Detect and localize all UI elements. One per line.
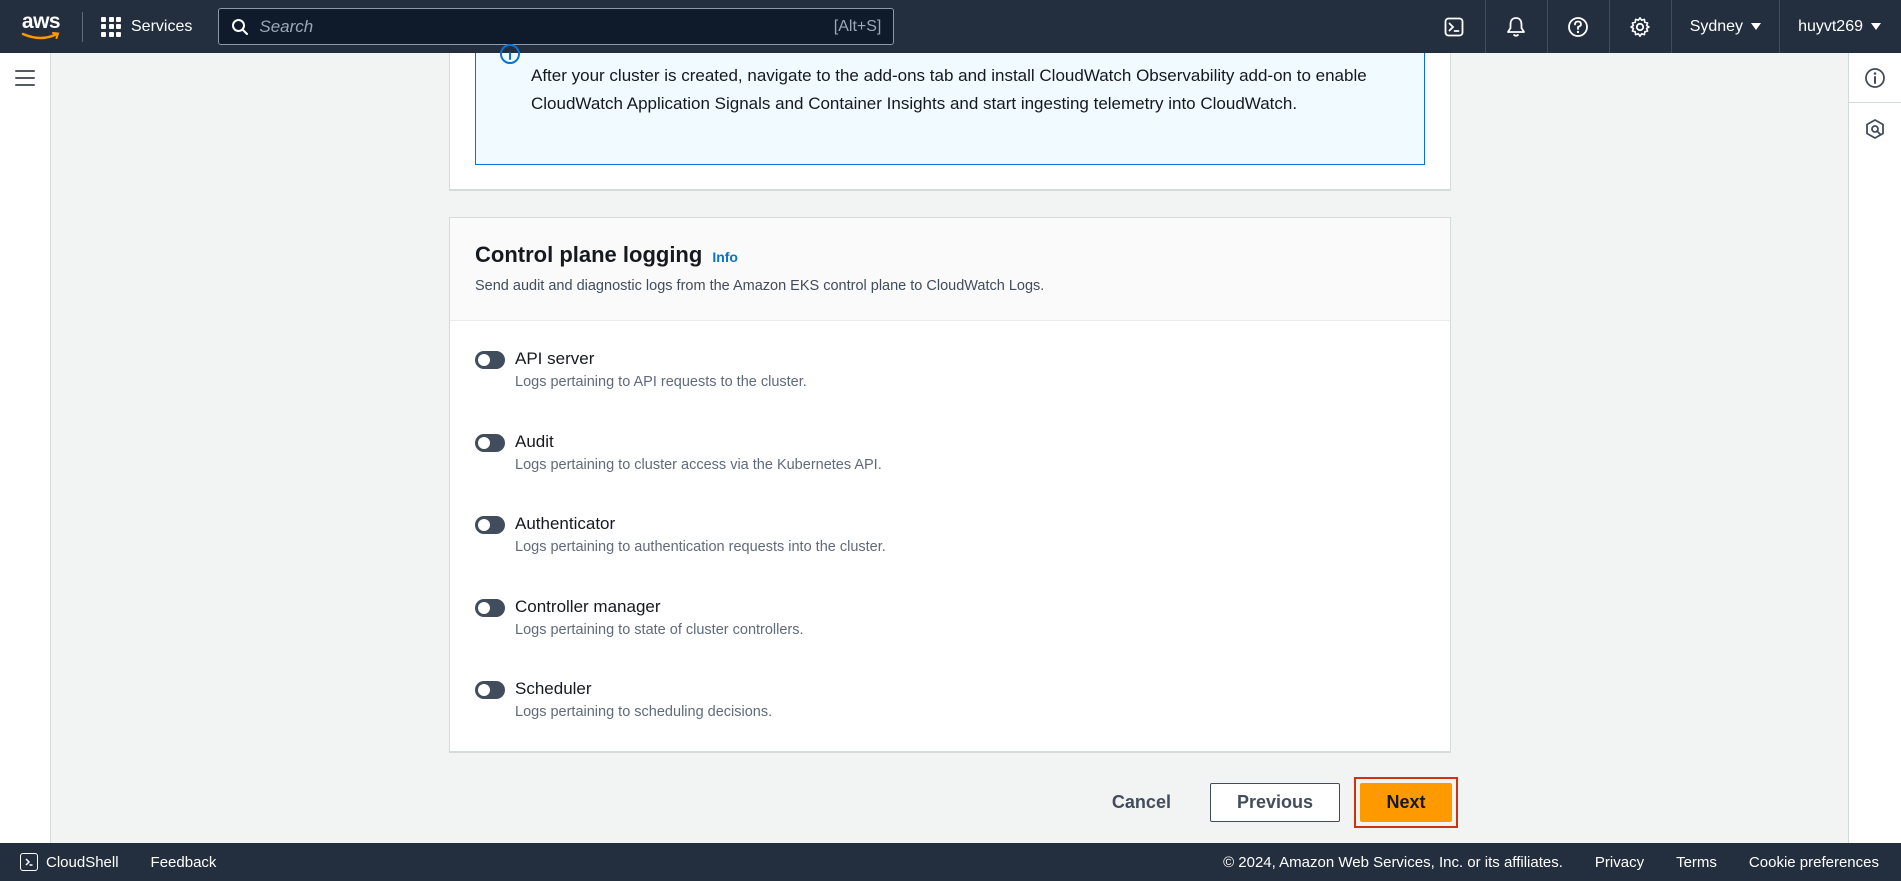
- rail-divider: [1849, 102, 1901, 103]
- privacy-link[interactable]: Privacy: [1595, 854, 1644, 871]
- toggle-label: Controller manager: [515, 596, 661, 616]
- gear-icon: [1630, 16, 1650, 37]
- grid-icon: [101, 16, 121, 37]
- aws-logo-text: aws: [21, 10, 61, 33]
- scheduler-toggle[interactable]: [475, 681, 505, 699]
- terminal-icon: [20, 853, 38, 871]
- bell-icon: [1507, 16, 1526, 37]
- feedback-link[interactable]: Feedback: [151, 854, 217, 871]
- notifications-button[interactable]: [1486, 0, 1548, 53]
- terms-link[interactable]: Terms: [1676, 854, 1717, 871]
- left-side-navigation: [0, 53, 51, 843]
- next-button-highlight: Next: [1354, 777, 1458, 828]
- cloudshell-label: CloudShell: [46, 853, 119, 871]
- audit-toggle[interactable]: [475, 433, 505, 452]
- next-button[interactable]: Next: [1360, 783, 1452, 822]
- settings-button[interactable]: [1610, 0, 1672, 53]
- nav-right-group: Sydney huyvt269: [1424, 0, 1901, 53]
- toggle-label: Scheduler: [515, 679, 592, 698]
- toggle-description: Logs pertaining to authentication reques…: [515, 539, 886, 555]
- toggle-row-authenticator: Authenticator Logs pertaining to authent…: [475, 513, 1425, 596]
- hexagon-icon: [1866, 119, 1884, 139]
- aws-logo[interactable]: aws: [0, 0, 82, 53]
- account-menu[interactable]: huyvt269: [1780, 0, 1901, 53]
- top-navigation: aws Services [Alt+S]: [0, 0, 1901, 53]
- toggle-label: Authenticator: [515, 514, 616, 533]
- toggle-label: Audit: [515, 431, 554, 451]
- toggle-description: Logs pertaining to cluster access via th…: [515, 456, 882, 473]
- previous-button[interactable]: Previous: [1209, 783, 1340, 822]
- search-input[interactable]: [259, 16, 824, 37]
- wizard-actions: Cancel Previous Next: [1087, 777, 1458, 828]
- caret-down-icon: [1871, 23, 1881, 30]
- copyright-text: © 2024, Amazon Web Services, Inc. or its…: [1223, 853, 1563, 871]
- console-footer: CloudShell Feedback © 2024, Amazon Web S…: [0, 843, 1901, 881]
- services-label: Services: [131, 17, 193, 35]
- toggle-description: Logs pertaining to state of cluster cont…: [515, 621, 804, 638]
- right-tools-panel: [1848, 53, 1901, 843]
- card-header: Control plane logging Info Send audit an…: [450, 218, 1450, 321]
- control-plane-logging-card: Control plane logging Info Send audit an…: [449, 217, 1451, 753]
- help-icon: [1568, 16, 1589, 37]
- cloudshell-nav-button[interactable]: [1424, 0, 1486, 53]
- info-icon: [1865, 68, 1885, 88]
- resource-panel-button[interactable]: [1862, 116, 1888, 142]
- services-menu-button[interactable]: Services: [83, 0, 210, 53]
- observability-card: After your cluster is created, navigate …: [449, 44, 1451, 191]
- search-icon: [232, 18, 249, 35]
- cloudshell-button[interactable]: CloudShell: [0, 853, 119, 871]
- toggle-row-api-server: API server Logs pertaining to API reques…: [475, 348, 1425, 431]
- search-shortcut: [Alt+S]: [833, 17, 882, 35]
- section-description: Send audit and diagnostic logs from the …: [475, 278, 1045, 294]
- info-alert: After your cluster is created, navigate …: [475, 44, 1425, 165]
- cookie-preferences-link[interactable]: Cookie preferences: [1749, 854, 1879, 871]
- authenticator-toggle[interactable]: [475, 516, 505, 534]
- region-label: Sydney: [1689, 17, 1744, 35]
- region-selector[interactable]: Sydney: [1672, 0, 1781, 53]
- controller-manager-toggle[interactable]: [475, 598, 505, 617]
- toggle-description: Logs pertaining to API requests to the c…: [515, 374, 807, 390]
- help-button[interactable]: [1548, 0, 1610, 53]
- info-link[interactable]: Info: [712, 249, 738, 265]
- toggle-label: API server: [515, 349, 595, 368]
- info-circle-icon: [500, 44, 520, 64]
- toggle-description: Logs pertaining to scheduling decisions.: [515, 704, 773, 720]
- toggle-row-controller-manager: Controller manager Logs pertaining to st…: [475, 596, 1425, 679]
- toggle-row-audit: Audit Logs pertaining to cluster access …: [475, 431, 1425, 514]
- terminal-icon: [1444, 17, 1464, 36]
- toggle-row-scheduler: Scheduler Logs pertaining to scheduling …: [475, 678, 1425, 761]
- info-panel-button[interactable]: [1862, 65, 1888, 91]
- section-title: Control plane logging: [475, 242, 703, 267]
- caret-down-icon: [1751, 23, 1762, 30]
- menu-icon[interactable]: [15, 70, 35, 86]
- aws-smile-icon: [21, 32, 60, 40]
- alert-message: After your cluster is created, navigate …: [531, 66, 1367, 113]
- footer-links: © 2024, Amazon Web Services, Inc. or its…: [1223, 854, 1901, 871]
- log-type-toggle-list: API server Logs pertaining to API reques…: [450, 321, 1450, 761]
- api-server-toggle[interactable]: [475, 351, 505, 369]
- cancel-button[interactable]: Cancel: [1087, 792, 1196, 813]
- account-label: huyvt269: [1798, 17, 1863, 35]
- card-title-row: Control plane logging Info: [475, 242, 1425, 268]
- search-bar[interactable]: [Alt+S]: [218, 8, 895, 45]
